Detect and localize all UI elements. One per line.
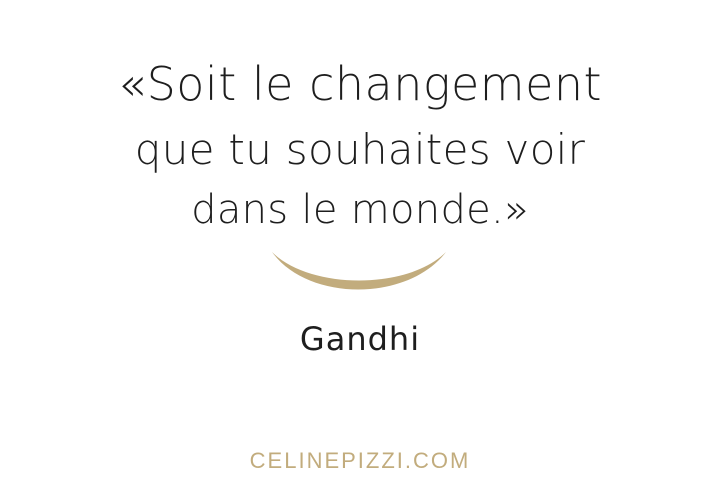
quote-line-3: dans le monde.»	[191, 187, 529, 233]
quote-author: Gandhi	[299, 320, 421, 358]
smile-swoosh-icon	[272, 252, 446, 290]
quote-card: «Soit le changement que tu souhaites voi…	[0, 0, 720, 486]
quote-line-2: que tu souhaites voir	[134, 125, 586, 174]
website-link[interactable]: CELINEPIZZI.COM	[0, 448, 720, 474]
quote-line-1: «Soit le changement	[117, 57, 603, 111]
